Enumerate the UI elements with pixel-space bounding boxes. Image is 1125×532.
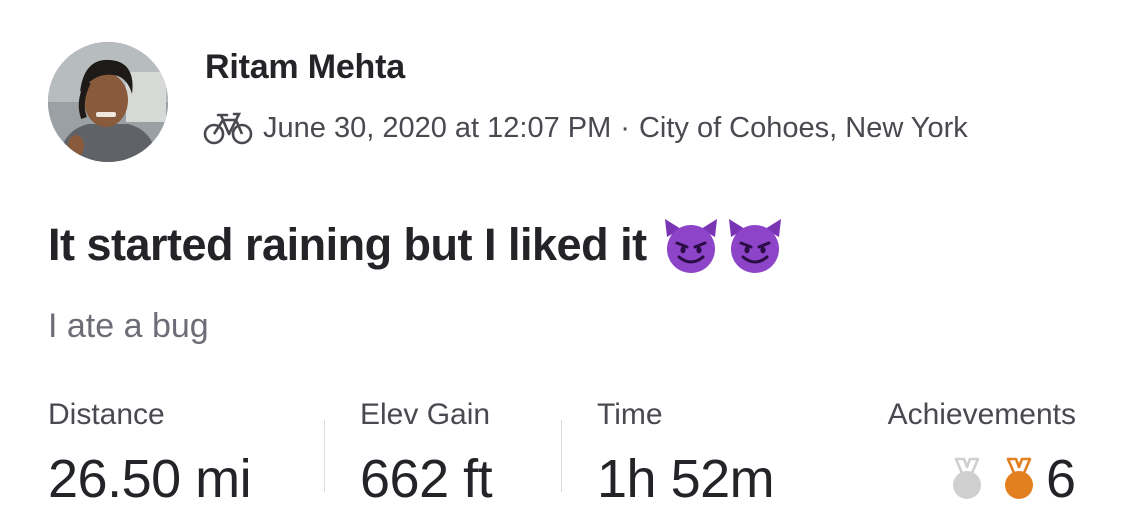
stat-achievements[interactable]: Achievements 6 <box>888 398 1076 510</box>
stat-distance-label: Distance <box>48 398 165 431</box>
stat-time: Time 1h 52m <box>597 398 775 510</box>
stat-distance-value: 26.50 mi <box>48 449 252 509</box>
athlete-name[interactable]: Ritam Mehta <box>205 48 405 87</box>
stat-divider <box>324 420 325 492</box>
activity-description: I ate a bug <box>48 307 209 345</box>
athlete-avatar[interactable] <box>48 42 168 162</box>
bronze-medal-icon <box>1004 457 1033 499</box>
activity-title[interactable]: It started raining but I liked it <box>48 219 647 271</box>
achievements-row[interactable]: 6 <box>888 448 1076 510</box>
stat-divider <box>561 420 562 492</box>
stat-elev-gain-label: Elev Gain <box>360 398 491 431</box>
silver-medal-icon <box>952 457 981 499</box>
stat-time-label: Time <box>597 398 663 431</box>
stat-elev-gain: Elev Gain 662 ft <box>360 398 493 510</box>
smiling-devil-emoji <box>728 219 781 273</box>
smiling-devil-emoji <box>664 219 717 273</box>
activity-title-row[interactable]: It started raining but I liked it <box>48 214 785 276</box>
meta-separator: · <box>620 111 630 144</box>
stat-elev-gain-value: 662 ft <box>360 449 493 509</box>
activity-location: City of Cohoes, New York <box>638 111 968 144</box>
stat-achievements-label: Achievements <box>887 398 1076 431</box>
profile-photo <box>48 42 168 162</box>
achievements-count: 6 <box>1045 449 1076 509</box>
stat-distance: Distance 26.50 mi <box>48 398 252 510</box>
bicycle-icon <box>203 112 253 145</box>
title-emoji-group <box>661 215 785 275</box>
stat-time-value: 1h 52m <box>597 449 775 509</box>
activity-meta: June 30, 2020 at 12:07 PM · City of Coho… <box>203 108 968 148</box>
activity-date-time: June 30, 2020 at 12:07 PM <box>263 111 612 144</box>
